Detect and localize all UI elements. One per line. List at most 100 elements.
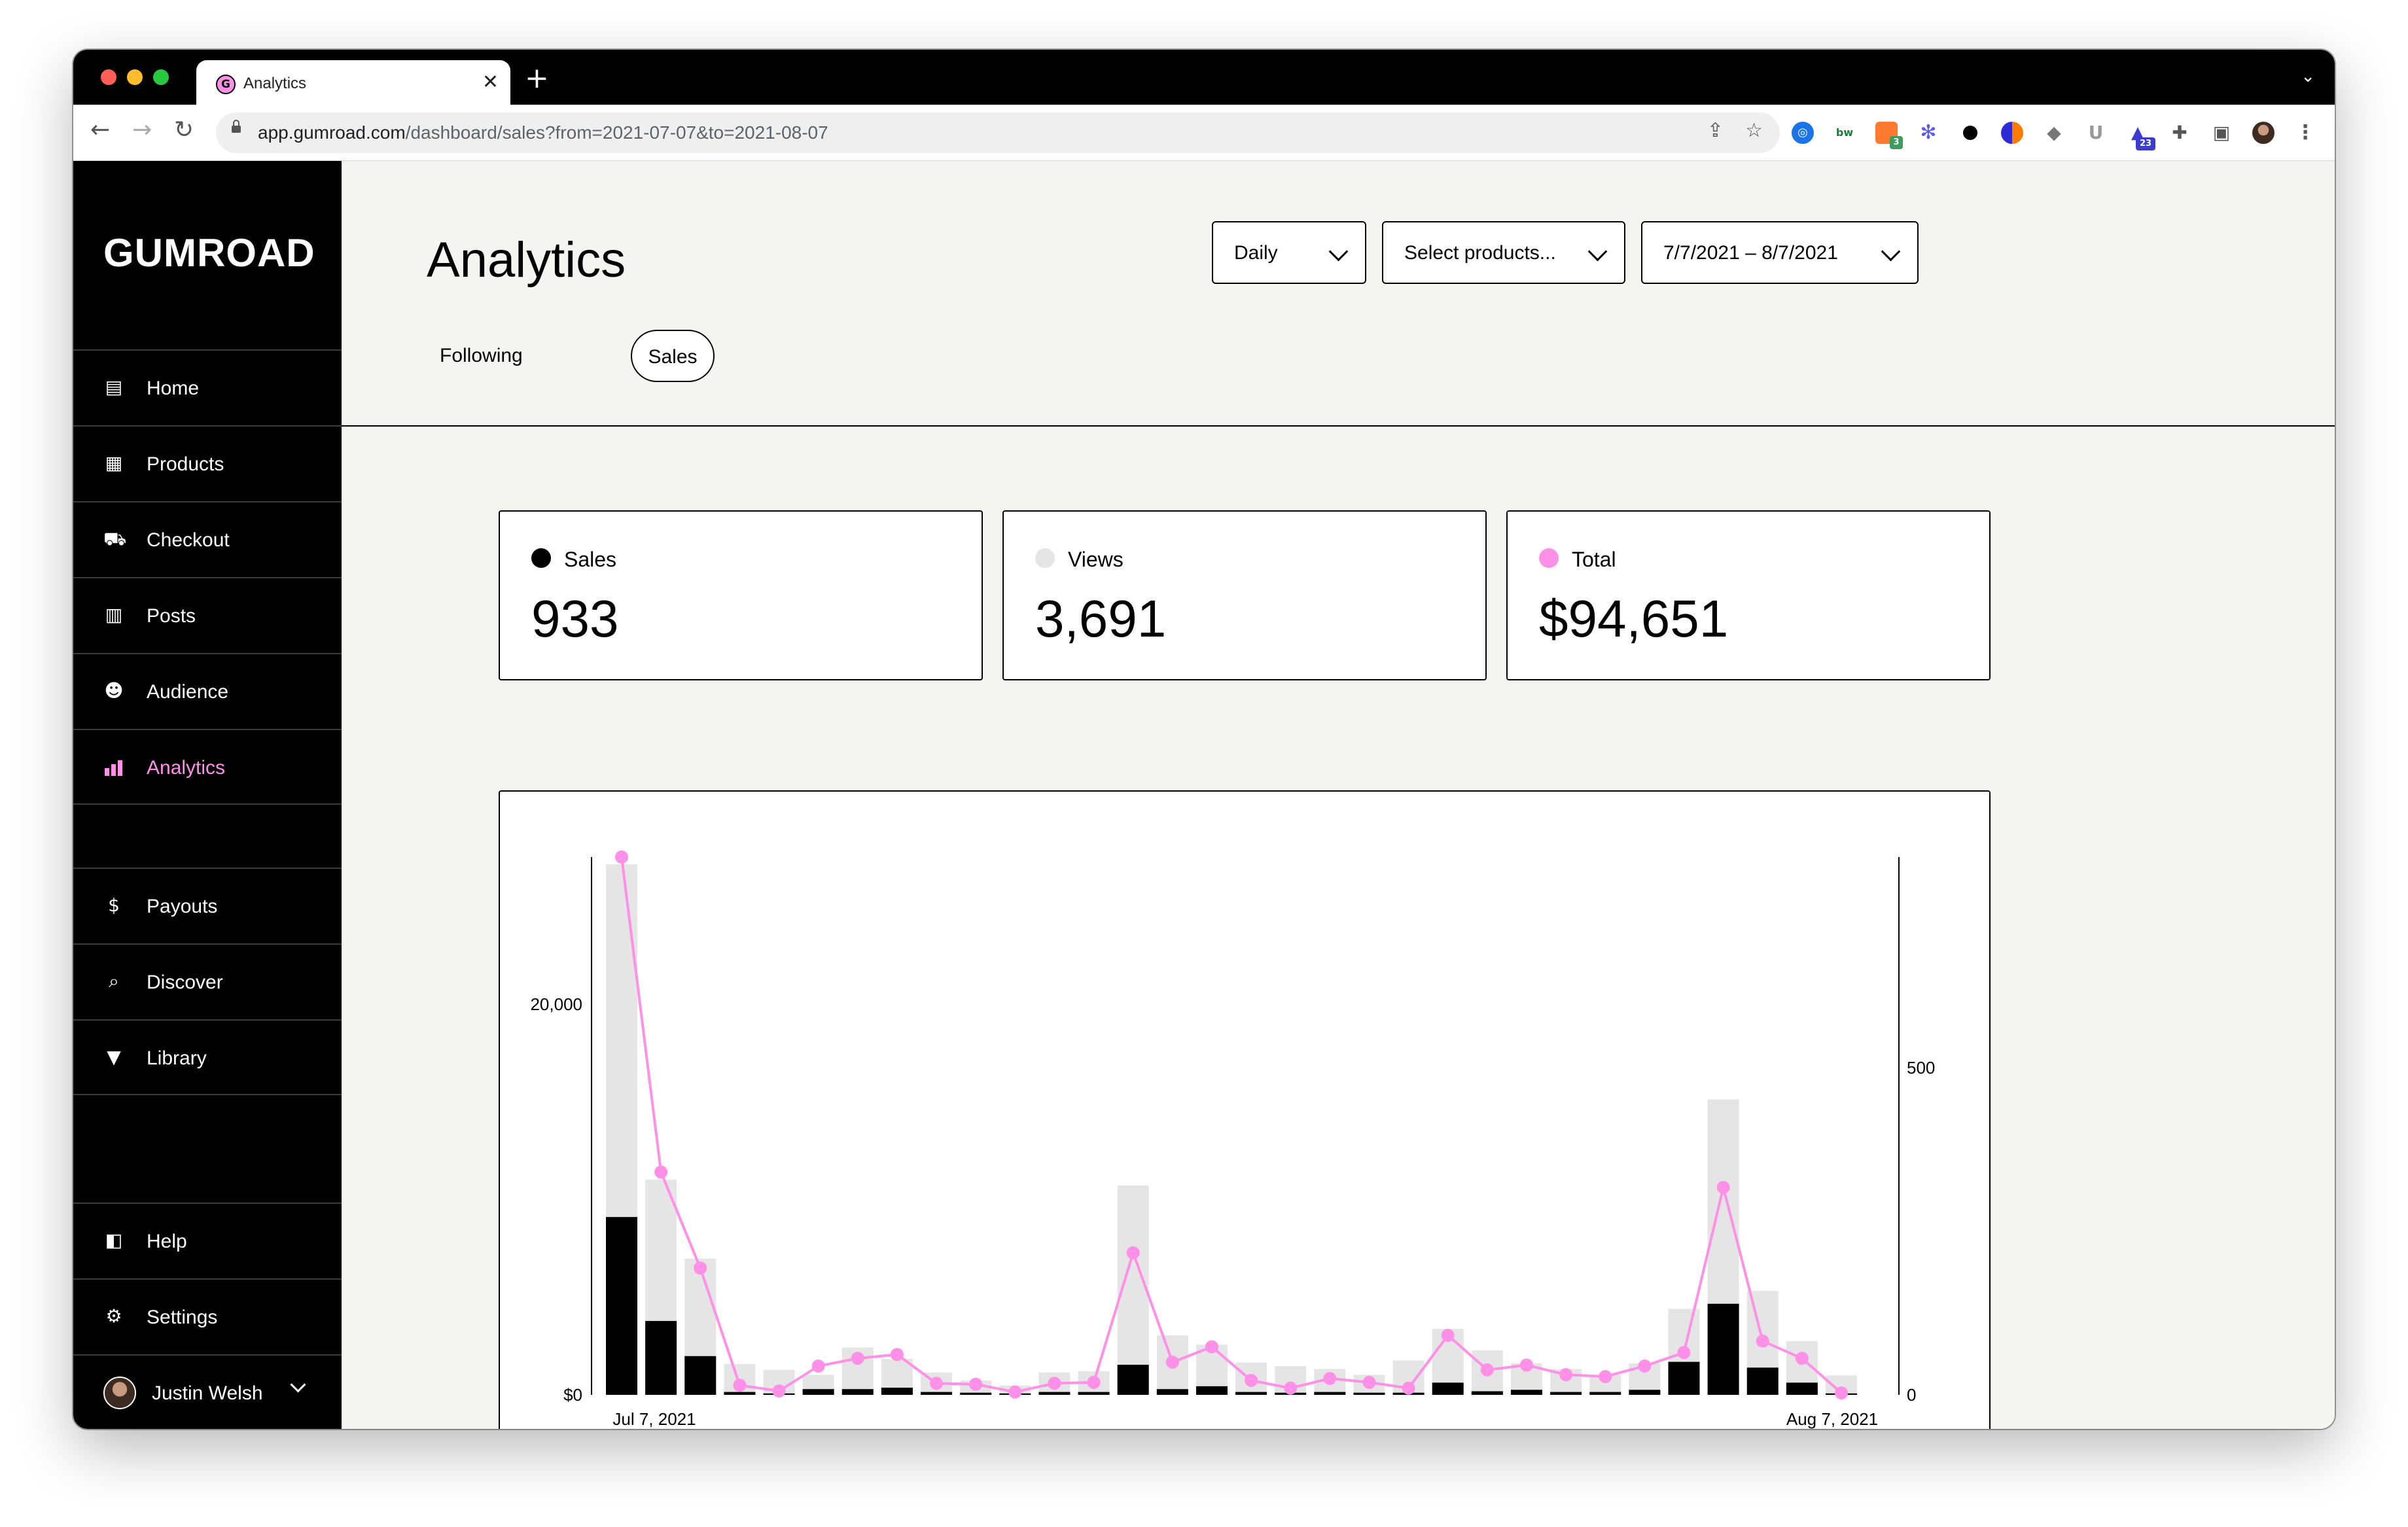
sales-bar[interactable] xyxy=(645,1321,677,1395)
sales-bar[interactable] xyxy=(841,1389,874,1395)
sidebar-item-audience[interactable]: ☻ Audience xyxy=(73,653,342,729)
close-window-button[interactable] xyxy=(101,69,116,85)
sales-bar[interactable] xyxy=(1432,1382,1464,1395)
sales-bar[interactable] xyxy=(684,1356,717,1395)
extension-snowflake-icon[interactable]: ✻ xyxy=(1917,122,1939,144)
total-point[interactable] xyxy=(890,1348,904,1361)
sidebar-item-help[interactable]: ◧ Help xyxy=(73,1202,342,1278)
total-point[interactable] xyxy=(1756,1334,1769,1348)
total-point[interactable] xyxy=(1559,1368,1573,1382)
total-point[interactable] xyxy=(654,1165,668,1179)
sidebar-item-library[interactable]: ▼ Library xyxy=(73,1019,342,1095)
sales-bar[interactable] xyxy=(1550,1392,1582,1395)
total-point[interactable] xyxy=(1441,1328,1455,1342)
products-select[interactable]: Select products... xyxy=(1382,221,1625,284)
total-point[interactable] xyxy=(969,1377,983,1391)
sales-bar[interactable] xyxy=(1707,1303,1739,1395)
total-point[interactable] xyxy=(1480,1363,1494,1377)
total-point[interactable] xyxy=(1716,1180,1730,1194)
sales-bar[interactable] xyxy=(1195,1386,1228,1395)
sales-bar[interactable] xyxy=(1589,1392,1621,1395)
sales-bar[interactable] xyxy=(881,1388,913,1395)
sidebar-item-home[interactable]: ▤ Home xyxy=(73,349,342,425)
sales-bar[interactable] xyxy=(1510,1390,1542,1395)
sidebar-item-checkout[interactable]: ⛟ Checkout xyxy=(73,501,342,577)
total-point[interactable] xyxy=(1126,1246,1140,1259)
total-point[interactable] xyxy=(1402,1381,1415,1395)
tab-sales[interactable]: Sales xyxy=(631,330,715,382)
sales-bar[interactable] xyxy=(1156,1389,1188,1395)
total-point[interactable] xyxy=(1519,1358,1533,1372)
minimize-window-button[interactable] xyxy=(127,69,143,85)
total-point[interactable] xyxy=(1165,1356,1179,1369)
sales-bar[interactable] xyxy=(960,1392,992,1395)
sales-bar[interactable] xyxy=(724,1392,756,1395)
sidebar-item-payouts[interactable]: $ Payouts xyxy=(73,868,342,943)
sales-bar[interactable] xyxy=(1353,1392,1385,1395)
total-point[interactable] xyxy=(1677,1346,1691,1360)
sales-bar[interactable] xyxy=(802,1389,834,1395)
sales-bar[interactable] xyxy=(1629,1390,1661,1395)
extension-orange-icon[interactable]: 3 xyxy=(1875,122,1903,149)
url-text[interactable]: app.gumroad.com/dashboard/sales?from=202… xyxy=(258,122,828,143)
total-point[interactable] xyxy=(615,851,628,864)
tab-search-chevron-icon[interactable]: ⌄ xyxy=(2301,67,2315,86)
total-point[interactable] xyxy=(733,1378,747,1392)
total-point[interactable] xyxy=(1835,1386,1848,1400)
extension-blue-circle-icon[interactable]: ◎ xyxy=(1792,122,1814,144)
total-point[interactable] xyxy=(1638,1359,1652,1373)
sales-bar[interactable] xyxy=(1078,1392,1110,1395)
extension-graduation-icon[interactable]: ▲ 23 xyxy=(2127,122,2155,150)
user-menu[interactable]: Justin Welsh xyxy=(73,1354,342,1429)
sales-bar[interactable] xyxy=(1471,1391,1503,1395)
sales-bar[interactable] xyxy=(921,1392,953,1395)
browser-menu-icon[interactable]: ⋮ xyxy=(2294,122,2316,144)
total-point[interactable] xyxy=(694,1261,707,1275)
reload-icon[interactable]: ↻ xyxy=(174,116,194,143)
total-point[interactable] xyxy=(772,1384,786,1398)
total-point[interactable] xyxy=(851,1352,864,1365)
profile-avatar-icon[interactable] xyxy=(2252,122,2275,144)
total-point[interactable] xyxy=(1323,1372,1337,1386)
address-bar[interactable]: app.gumroad.com/dashboard/sales?from=202… xyxy=(216,113,1780,153)
sales-bar[interactable] xyxy=(1786,1382,1818,1395)
date-range-select[interactable]: 7/7/2021 – 8/7/2021 xyxy=(1641,221,1919,284)
bookmark-star-icon[interactable]: ☆ xyxy=(1745,119,1763,142)
sidebar-item-analytics[interactable]: Analytics xyxy=(73,729,342,805)
sales-bar[interactable] xyxy=(1746,1367,1779,1395)
total-point[interactable] xyxy=(1205,1340,1218,1354)
browser-tab-analytics[interactable]: G Analytics ✕ xyxy=(196,60,510,105)
forward-arrow-icon[interactable]: → xyxy=(132,116,152,143)
sales-bar[interactable] xyxy=(1668,1361,1700,1395)
back-arrow-icon[interactable]: ← xyxy=(90,116,110,143)
close-tab-icon[interactable]: ✕ xyxy=(482,71,499,94)
total-point[interactable] xyxy=(1245,1373,1258,1387)
extension-bw-icon[interactable]: bw xyxy=(1833,122,1856,144)
share-icon[interactable]: ⇪ xyxy=(1707,119,1724,142)
sales-bar[interactable] xyxy=(1117,1364,1149,1395)
maximize-window-button[interactable] xyxy=(153,69,169,85)
sales-bar[interactable] xyxy=(606,1217,637,1395)
sidebar-item-discover[interactable]: ⌕ Discover xyxy=(73,943,342,1019)
sales-bar[interactable] xyxy=(1038,1392,1071,1395)
new-tab-button[interactable]: + xyxy=(525,61,549,95)
total-point[interactable] xyxy=(811,1359,825,1373)
total-point[interactable] xyxy=(1087,1375,1101,1389)
sales-bar[interactable] xyxy=(1235,1392,1267,1395)
total-point[interactable] xyxy=(930,1377,944,1390)
side-panel-icon[interactable]: ▣ xyxy=(2210,122,2233,144)
total-point[interactable] xyxy=(1048,1377,1061,1390)
extension-black-dot-icon[interactable] xyxy=(1959,122,1981,144)
sidebar-item-settings[interactable]: ⚙ Settings xyxy=(73,1278,342,1354)
sidebar-item-products[interactable]: ▦ Products xyxy=(73,425,342,501)
total-point[interactable] xyxy=(1599,1370,1612,1384)
total-point[interactable] xyxy=(1795,1352,1809,1365)
sales-bar[interactable] xyxy=(1314,1392,1346,1395)
extension-orange-blue-icon[interactable] xyxy=(2001,122,2023,144)
total-point[interactable] xyxy=(1362,1375,1376,1389)
extension-bird-icon[interactable]: ◆ xyxy=(2043,122,2065,144)
tab-following[interactable]: Following xyxy=(440,330,523,382)
period-select[interactable]: Daily xyxy=(1212,221,1366,284)
total-point[interactable] xyxy=(1284,1381,1298,1395)
total-point[interactable] xyxy=(1008,1385,1022,1399)
